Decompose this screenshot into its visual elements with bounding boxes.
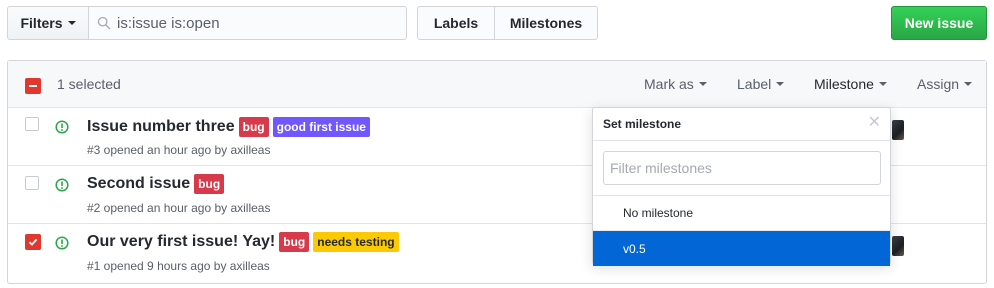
milestone-menu[interactable]: Milestone (814, 76, 887, 92)
new-issue-button[interactable]: New issue (891, 6, 987, 40)
labels-milestones-nav: Labels Milestones (417, 6, 598, 40)
bulk-actions-header: 1 selected Mark as Label Milestone Assig… (8, 61, 986, 108)
filters-button[interactable]: Filters (7, 6, 89, 40)
label-menu[interactable]: Label (737, 76, 785, 92)
assign-menu[interactable]: Assign (917, 76, 973, 92)
menu-item-no-milestone[interactable]: No milestone (593, 196, 890, 231)
issue-checkbox[interactable] (25, 234, 41, 250)
issue-checkbox[interactable] (25, 176, 39, 190)
milestones-button[interactable]: Milestones (494, 7, 597, 39)
chevron-down-icon (776, 82, 785, 86)
issue-title-link[interactable]: Issue number three (87, 118, 235, 136)
issue-meta: #2 opened an hour ago by axilleas (87, 201, 271, 215)
issue-opened-icon (55, 120, 69, 134)
issue-title-link[interactable]: Our very first issue! Yay! (87, 233, 275, 251)
menu-item-v0-5[interactable]: v0.5 (593, 231, 890, 266)
filters-label: Filters (20, 15, 63, 31)
close-icon[interactable]: ✕ (868, 115, 881, 131)
avatar[interactable] (892, 236, 904, 256)
label-bug[interactable]: bug (194, 174, 225, 194)
selected-count: 1 selected (57, 76, 121, 92)
dropdown-title: Set milestone (603, 117, 682, 131)
assign-menu-label: Assign (917, 76, 960, 92)
filter-milestones-input[interactable] (603, 151, 881, 185)
dropdown-header: Set milestone ✕ (593, 108, 890, 141)
filter-wrapper (593, 141, 890, 196)
minus-icon (29, 85, 37, 87)
chevron-down-icon (964, 82, 973, 86)
search-icon (97, 16, 111, 30)
issue-meta: #3 opened an hour ago by axilleas (87, 143, 271, 157)
issue-opened-icon (55, 178, 69, 192)
avatar[interactable] (892, 120, 904, 140)
mark-as-label: Mark as (644, 76, 694, 92)
search-box[interactable] (88, 6, 407, 40)
milestone-menu-label: Milestone (814, 76, 874, 92)
issue-opened-icon (55, 236, 69, 250)
issue-checkbox[interactable] (25, 117, 39, 131)
milestone-dropdown: Set milestone ✕ No milestone v0.5 (592, 107, 891, 266)
select-all-checkbox[interactable] (25, 78, 41, 94)
issue-title-link[interactable]: Second issue (87, 175, 190, 193)
label-good-first-issue[interactable]: good first issue (272, 117, 370, 137)
chevron-down-icon (878, 82, 887, 86)
chevron-down-icon (67, 21, 76, 25)
issue-meta: #1 opened 9 hours ago by axilleas (87, 259, 270, 273)
mark-as-menu[interactable]: Mark as (644, 76, 707, 92)
label-bug[interactable]: bug (238, 117, 269, 137)
labels-button[interactable]: Labels (418, 7, 494, 39)
checkmark-icon (28, 238, 38, 246)
label-menu-label: Label (737, 76, 772, 92)
chevron-down-icon (698, 82, 707, 86)
label-bug[interactable]: bug (279, 232, 310, 252)
search-input[interactable] (117, 14, 397, 32)
label-needs-testing[interactable]: needs testing (313, 232, 399, 252)
